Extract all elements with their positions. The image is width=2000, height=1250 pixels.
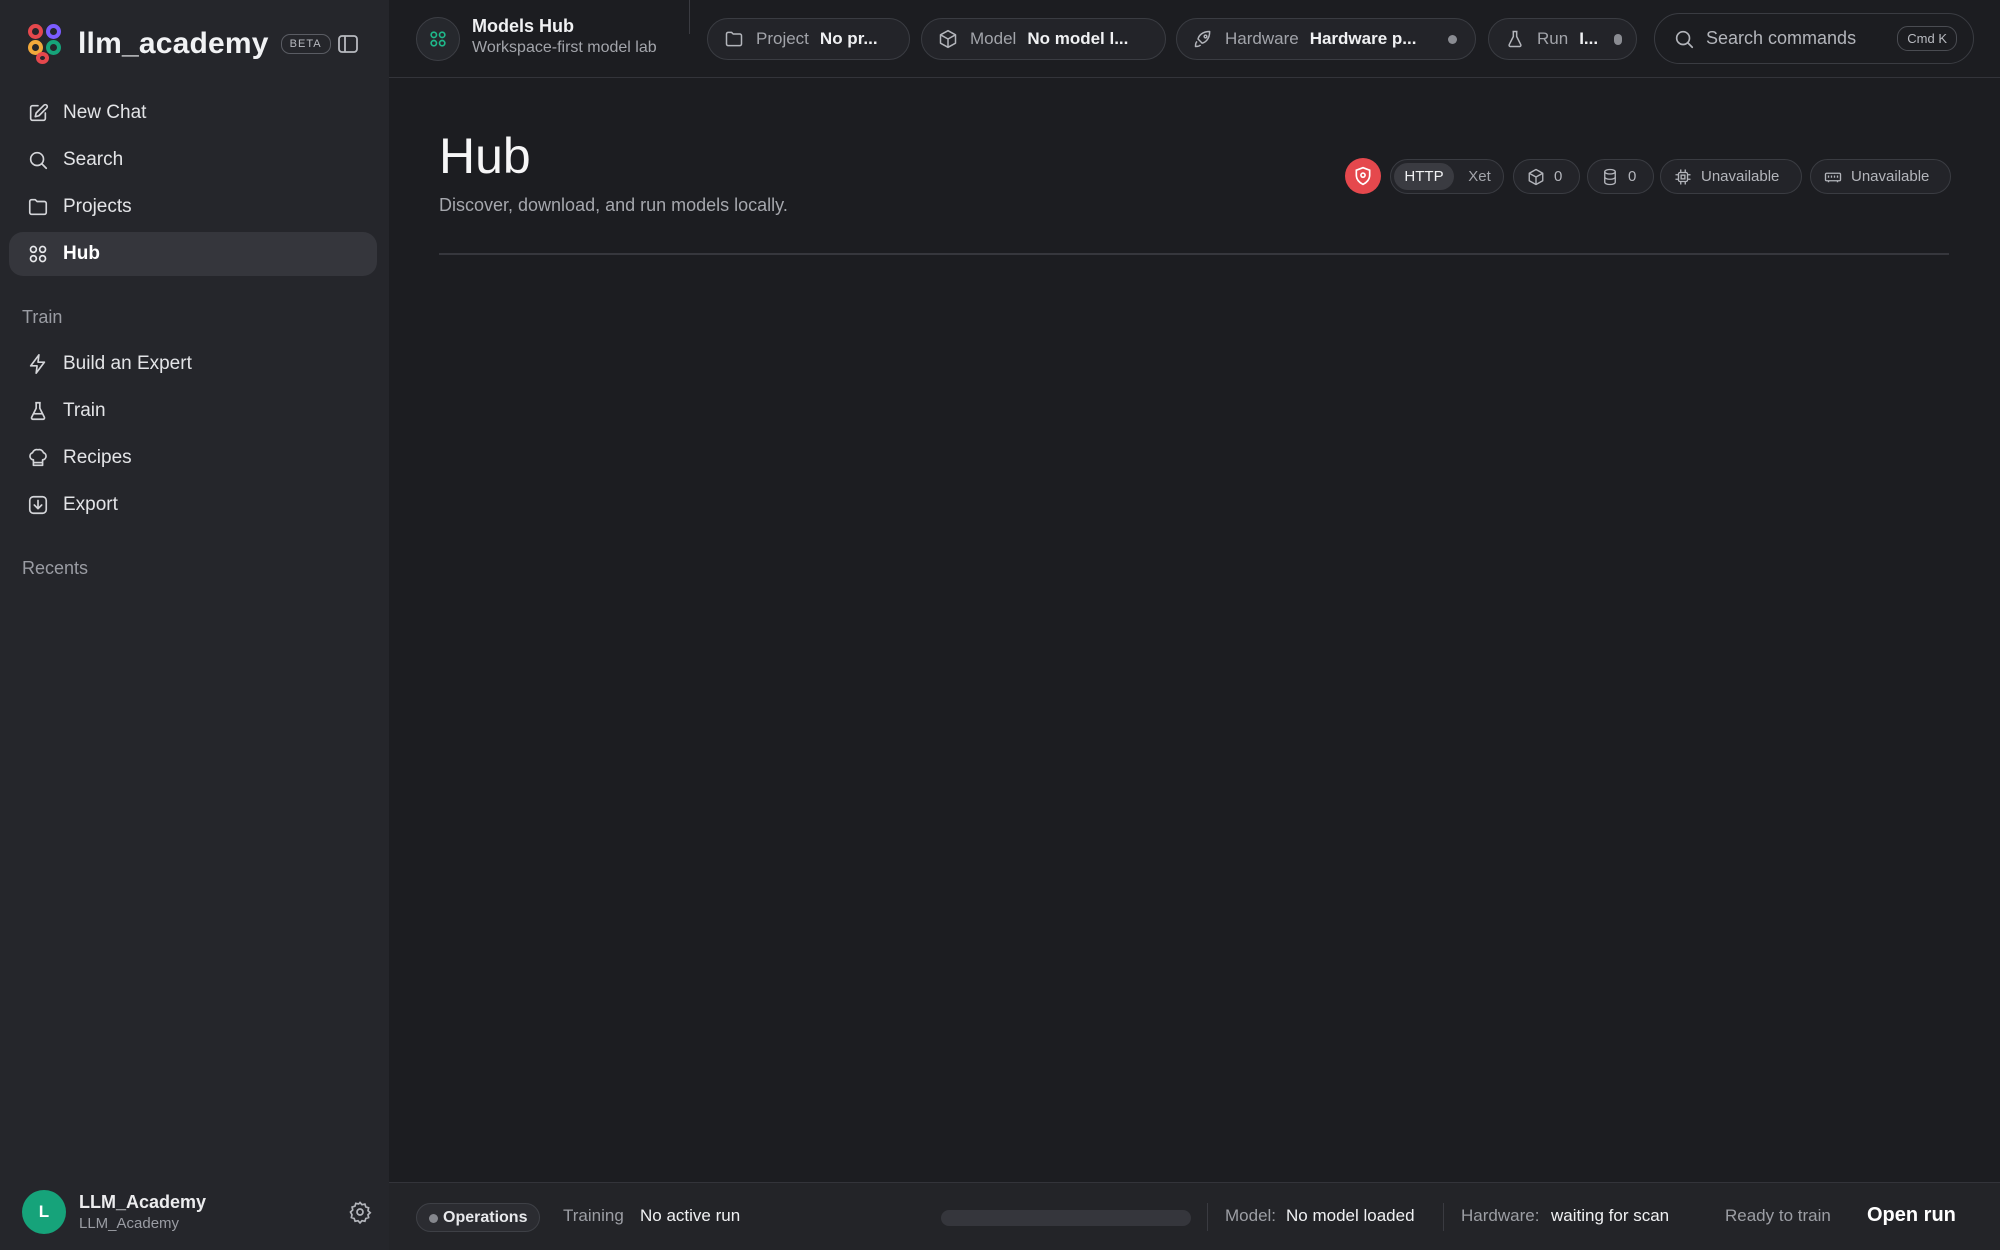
sidebar-item-search[interactable]: Search [9, 138, 377, 182]
project-selector[interactable]: Project No pr... [707, 18, 910, 60]
chip-key: Run [1537, 29, 1569, 48]
hardware-value: waiting for scan [1551, 1206, 1670, 1225]
app-logo-icon [26, 24, 66, 64]
memory-status: Unavailable [1851, 168, 1930, 185]
cpu-icon [1675, 169, 1691, 184]
gear-icon[interactable] [348, 1200, 372, 1224]
search-icon [29, 151, 48, 170]
sidebar-item-hub[interactable]: Hub [9, 232, 377, 276]
sidebar-item-label: New Chat [63, 102, 147, 123]
search-icon [1675, 30, 1694, 48]
main-content: Hub Discover, download, and run models l… [389, 79, 2000, 1182]
top-bar: Models Hub Workspace-first model lab Pro… [389, 0, 2000, 78]
download-icon [28, 495, 48, 515]
model-label: Model: [1225, 1206, 1277, 1225]
pencil-square-icon [29, 103, 49, 122]
user-handle: LLM_Academy [79, 1215, 180, 1232]
page-title: Hub [439, 128, 531, 184]
section-label-recents: Recents [22, 558, 89, 578]
cube-icon [1528, 168, 1544, 185]
sidebar-item-projects[interactable]: Projects [9, 185, 377, 229]
training-progress-bar [941, 1210, 1191, 1226]
training-value: No active run [640, 1206, 741, 1225]
search-placeholder: Search commands [1706, 28, 1857, 48]
command-search[interactable]: Search commands Cmd K [1654, 13, 1974, 64]
divider [1443, 1203, 1444, 1231]
shield-icon [1355, 166, 1371, 186]
training-label: Training [563, 1206, 624, 1225]
section-label-train: Train [22, 307, 63, 327]
sidebar-item-label: Hub [63, 243, 100, 264]
hardware-selector[interactable]: Hardware Hardware p... [1176, 18, 1476, 60]
toggle-option-xet[interactable]: Xet [1457, 163, 1502, 190]
open-run-button[interactable]: Open run [1867, 1204, 1956, 1227]
sidebar-item-train[interactable]: Train [9, 389, 377, 433]
cpu-status: Unavailable [1701, 168, 1780, 185]
run-selector[interactable]: Run I... [1488, 18, 1637, 60]
chip-value: Hardware p... [1309, 29, 1417, 48]
chef-hat-icon [29, 448, 47, 467]
model-count: 0 [1554, 168, 1563, 185]
sidebar-item-label: Search [63, 149, 124, 170]
status-dot [1448, 35, 1457, 44]
database-icon [1604, 168, 1616, 185]
flask-icon [1508, 30, 1522, 48]
storage-count-badge[interactable]: 0 [1587, 159, 1654, 194]
shortcut-badge: Cmd K [1897, 26, 1957, 51]
status-bar: Operations Training No active run Model:… [389, 1182, 2000, 1250]
divider [1207, 1203, 1208, 1231]
page-subtitle: Discover, download, and run models local… [439, 195, 788, 215]
divider [439, 253, 1949, 255]
model-count-badge[interactable]: 0 [1513, 159, 1580, 194]
memory-icon [1824, 172, 1842, 182]
grid-circles-icon [29, 245, 47, 263]
chip-key: Model [970, 29, 1017, 48]
chip-key: Hardware [1225, 29, 1299, 48]
sidebar-item-recipes[interactable]: Recipes [9, 436, 377, 480]
sidebar-collapse-icon[interactable] [336, 32, 360, 56]
folder-icon [28, 198, 48, 216]
avatar: L [22, 1190, 66, 1234]
brand[interactable]: llm_academy BETA [26, 22, 376, 66]
chip-key: Project [756, 29, 809, 48]
workspace-title: Models Hub [472, 16, 574, 36]
sidebar-item-label: Export [63, 494, 118, 515]
cpu-status-badge[interactable]: Unavailable [1660, 159, 1802, 194]
chip-value: No pr... [819, 29, 878, 48]
model-selector[interactable]: Model No model l... [921, 18, 1166, 60]
operations-button[interactable]: Operations [416, 1203, 541, 1232]
memory-status-badge[interactable]: Unavailable [1810, 159, 1951, 194]
workspace-subtitle: Workspace-first model lab [472, 39, 657, 56]
user-profile[interactable]: L LLM_Academy LLM_Academy [22, 1190, 372, 1234]
cube-icon [939, 29, 957, 49]
sidebar-item-export[interactable]: Export [9, 483, 377, 527]
chip-value: No model l... [1027, 29, 1129, 48]
folder-icon [725, 31, 743, 47]
transfer-protocol-toggle[interactable]: HTTP Xet [1390, 159, 1504, 194]
chip-value: I... [1579, 29, 1599, 48]
security-shield-button[interactable] [1345, 158, 1381, 194]
workspace-icon[interactable] [416, 17, 460, 61]
sidebar: llm_academy BETA New Chat Search Project… [0, 0, 389, 1250]
model-value: No model loaded [1286, 1206, 1415, 1225]
user-name: LLM_Academy [79, 1192, 207, 1212]
sidebar-item-label: Projects [63, 196, 132, 217]
toggle-option-http[interactable]: HTTP [1394, 163, 1454, 190]
sidebar-item-label: Recipes [63, 447, 132, 468]
divider [689, 0, 690, 34]
storage-count: 0 [1628, 168, 1637, 185]
bolt-icon [29, 354, 46, 374]
rocket-icon [1194, 30, 1211, 48]
sidebar-item-new-chat[interactable]: New Chat [9, 91, 377, 135]
brand-name: llm_academy [78, 27, 269, 60]
grid-circles-icon [430, 31, 446, 47]
ready-status: Ready to train [1725, 1206, 1831, 1225]
hardware-label: Hardware: [1461, 1206, 1540, 1225]
status-dot [1614, 34, 1622, 45]
beta-badge: BETA [280, 34, 331, 54]
sidebar-item-build-expert[interactable]: Build an Expert [9, 342, 377, 386]
flask-icon [30, 401, 46, 421]
sidebar-item-label: Build an Expert [63, 353, 192, 374]
sidebar-item-label: Train [63, 400, 106, 421]
